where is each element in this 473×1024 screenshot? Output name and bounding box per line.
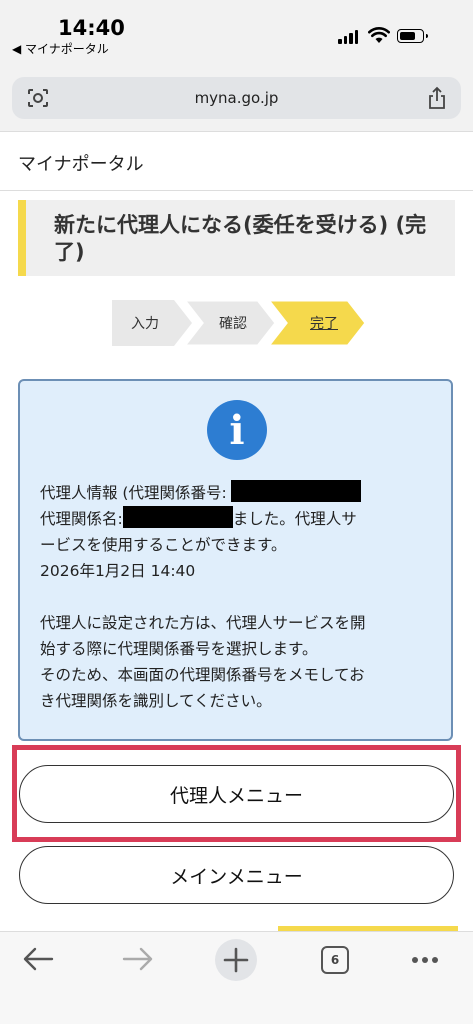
- redacted-block: [122, 506, 233, 528]
- completion-info-box: i 代理人情報 (代理関係番号: 代理関係名: ました。代理人サ ービスを使用する…: [18, 379, 453, 741]
- page-heading-box: 新たに代理人になる(委任を受ける) (完了): [18, 200, 455, 276]
- step-input: 入力: [112, 300, 192, 346]
- info-line: ービスを使用することができます。: [40, 536, 287, 554]
- main-menu-button[interactable]: メインメニュー: [19, 846, 454, 904]
- page-title: 新たに代理人になる(委任を受ける) (完了): [54, 213, 427, 264]
- back-arrow-icon[interactable]: [22, 946, 54, 972]
- info-datetime: 2026年1月2日 14:40: [40, 562, 196, 580]
- more-options-icon[interactable]: [411, 956, 439, 964]
- new-tab-plus-icon[interactable]: [214, 938, 258, 982]
- forward-arrow-icon[interactable]: [122, 946, 154, 972]
- info-icon: i: [207, 400, 267, 460]
- step-confirm: 確認: [184, 300, 278, 346]
- step-label: 入力: [131, 316, 159, 332]
- status-bar: 14:40 ◀ マイナポータル: [0, 0, 473, 62]
- info-note: 代理人に設定された方は、代理人サービスを開: [40, 614, 366, 632]
- info-message: 代理人情報 (代理関係番号: 代理関係名: ました。代理人サ ービスを使用すること…: [40, 480, 440, 714]
- step-label: 確認: [219, 316, 247, 332]
- wifi-icon: [368, 27, 390, 43]
- share-icon[interactable]: [427, 86, 447, 110]
- site-title[interactable]: マイナポータル: [18, 150, 144, 176]
- battery-icon: [397, 29, 428, 43]
- tab-count: 6: [330, 953, 340, 967]
- step-label: 完了: [310, 316, 338, 332]
- info-line: 代理人情報 (代理関係番号:: [40, 484, 227, 502]
- cellular-signal-icon: [338, 30, 358, 44]
- status-time: 14:40: [58, 16, 125, 40]
- progress-steps: 入力 確認 完了: [112, 300, 368, 346]
- redacted-block: [230, 480, 361, 502]
- address-bar[interactable]: myna.go.jp: [12, 77, 461, 119]
- browser-address-area: myna.go.jp: [0, 62, 473, 132]
- url-text: myna.go.jp: [194, 89, 279, 107]
- info-note: き代理関係を識別してください。: [40, 692, 272, 710]
- tab-switcher-button[interactable]: 6: [321, 946, 349, 974]
- info-line: 代理関係名:: [40, 510, 123, 528]
- back-to-app-link[interactable]: ◀ マイナポータル: [12, 40, 109, 57]
- info-line: ました。代理人サ: [232, 510, 357, 528]
- step-complete: 完了: [268, 300, 368, 346]
- site-header: マイナポータル: [0, 133, 473, 191]
- agent-menu-button[interactable]: 代理人メニュー: [19, 765, 454, 823]
- browser-toolbar: 6: [0, 931, 473, 1024]
- info-note: そのため、本画面の代理関係番号をメモしてお: [40, 666, 365, 684]
- info-note: 始する際に代理関係番号を選択します。: [40, 640, 318, 658]
